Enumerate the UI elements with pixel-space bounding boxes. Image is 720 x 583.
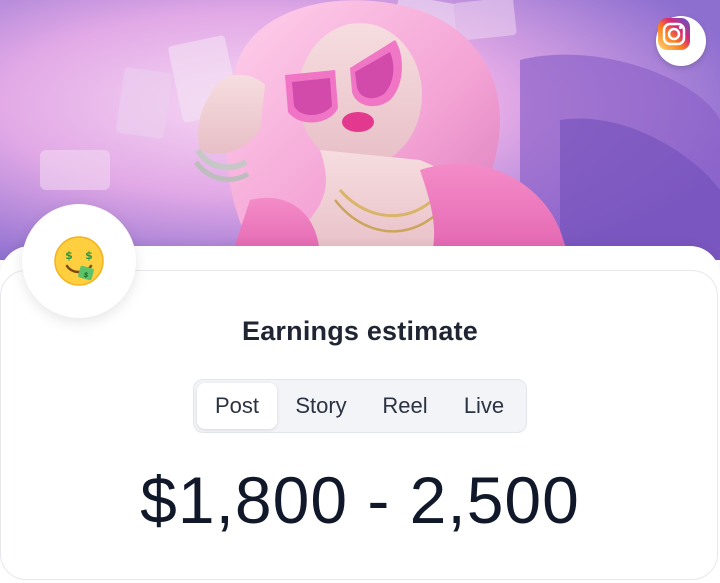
tab-reel[interactable]: Reel [365,383,445,429]
card-title: Earnings estimate [242,316,478,346]
content-type-tabs: Post Story Reel Live [193,379,527,433]
svg-text:$: $ [85,249,93,262]
money-face-emoji-icon: $ $ $ [54,236,104,286]
tab-story[interactable]: Story [277,383,365,429]
instagram-glyph-icon [658,18,690,50]
instagram-icon[interactable] [656,16,706,66]
tab-live[interactable]: Live [445,383,523,429]
earnings-card-frame: $ $ $ Earnings estimate Post Story Reel … [0,0,720,583]
svg-text:$: $ [65,249,73,262]
money-mouth-face-icon: $ $ $ [22,204,136,318]
tab-post[interactable]: Post [197,383,277,429]
earnings-amount: $1,800 - 2,500 [140,463,580,537]
